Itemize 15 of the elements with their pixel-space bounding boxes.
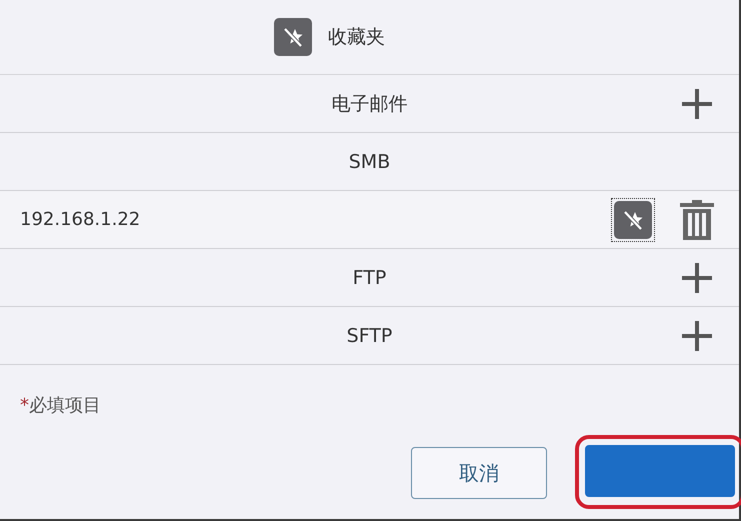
- protocol-label: 电子邮件: [332, 92, 408, 116]
- trash-icon: [680, 200, 714, 240]
- cancel-button[interactable]: 取消: [411, 447, 547, 499]
- plus-icon: [680, 260, 714, 294]
- favorites-title: 收藏夹: [328, 25, 385, 50]
- star-off-icon: [614, 200, 652, 238]
- required-note: *必填项目: [19, 394, 102, 417]
- star-off-icon: [274, 18, 312, 56]
- unfavorite-button[interactable]: [611, 198, 655, 242]
- plus-icon: [680, 86, 714, 120]
- plus-icon: [680, 318, 714, 352]
- protocol-label: SFTP: [346, 324, 392, 346]
- protocol-label: FTP: [352, 266, 386, 288]
- protocol-label: SMB: [348, 150, 390, 172]
- server-address: 192.168.1.22: [20, 209, 142, 230]
